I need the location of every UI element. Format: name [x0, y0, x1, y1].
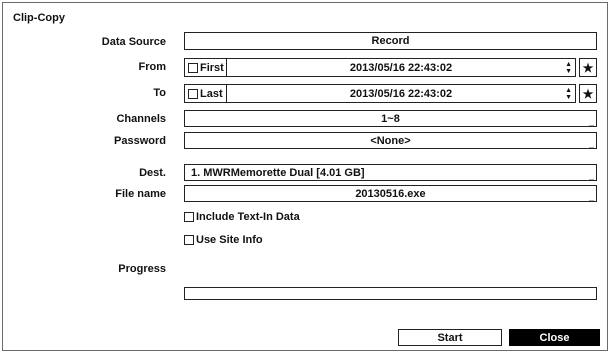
to-datetime[interactable]: 2013/05/16 22:43:02	[308, 88, 452, 100]
channels-dropdown-icon: _	[588, 117, 594, 127]
include-text-in-option[interactable]: Include Text-In Data	[184, 211, 300, 223]
dest-dropdown-icon: _	[588, 171, 594, 181]
file-name-label: File name	[115, 188, 166, 200]
start-button-label: Start	[437, 331, 463, 344]
to-spin-icon[interactable]: ▲ ▼	[565, 87, 572, 101]
close-button[interactable]: Close	[509, 329, 600, 346]
data-source-label: Data Source	[101, 36, 166, 48]
dest-value: 1. MWRMemorette Dual [4.01 GB]	[191, 166, 365, 179]
close-button-label: Close	[539, 331, 570, 344]
dest-label: Dest.	[139, 167, 166, 179]
from-label: From	[138, 61, 167, 73]
to-label: To	[153, 87, 166, 99]
data-source-value: Record	[371, 35, 410, 47]
to-field: Last 2013/05/16 22:43:02 ▲ ▼	[184, 84, 576, 103]
channels-label: Channels	[116, 113, 166, 125]
to-star-button[interactable]: ★	[579, 84, 597, 103]
star-icon: ★	[582, 86, 594, 101]
last-checkbox[interactable]: Last	[185, 85, 227, 102]
file-name-field[interactable]: 20130516.exe _	[184, 185, 597, 202]
channels-field[interactable]: 1~8 _	[184, 110, 597, 127]
dialog-title: Clip-Copy	[13, 12, 65, 24]
file-name-edit-icon: _	[588, 192, 594, 202]
use-site-info-checkbox[interactable]	[184, 235, 194, 245]
first-checkbox-label: First	[200, 61, 224, 74]
from-star-button[interactable]: ★	[579, 58, 597, 77]
progress-bar	[184, 287, 597, 300]
password-field[interactable]: <None> _	[184, 132, 597, 149]
include-text-in-checkbox[interactable]	[184, 212, 194, 222]
first-checkbox-box[interactable]	[188, 62, 198, 73]
use-site-info-option[interactable]: Use Site Info	[184, 234, 263, 246]
first-checkbox[interactable]: First	[185, 59, 227, 76]
use-site-info-label: Use Site Info	[196, 234, 263, 246]
include-text-in-label: Include Text-In Data	[196, 211, 300, 223]
data-source-field[interactable]: Record	[184, 32, 597, 50]
channels-value: 1~8	[381, 112, 400, 125]
dest-field[interactable]: 1. MWRMemorette Dual [4.01 GB] _	[184, 164, 597, 181]
from-spin-icon[interactable]: ▲ ▼	[565, 61, 572, 75]
file-name-value: 20130516.exe	[355, 187, 426, 200]
last-checkbox-box[interactable]	[188, 88, 198, 99]
from-field: First 2013/05/16 22:43:02 ▲ ▼	[184, 58, 576, 77]
star-icon: ★	[582, 60, 594, 75]
start-button[interactable]: Start	[398, 329, 502, 346]
password-value: <None>	[370, 134, 411, 147]
last-checkbox-label: Last	[200, 87, 223, 100]
from-datetime[interactable]: 2013/05/16 22:43:02	[308, 62, 452, 74]
progress-label: Progress	[118, 263, 166, 275]
password-label: Password	[114, 135, 166, 147]
password-edit-icon: _	[588, 139, 594, 149]
